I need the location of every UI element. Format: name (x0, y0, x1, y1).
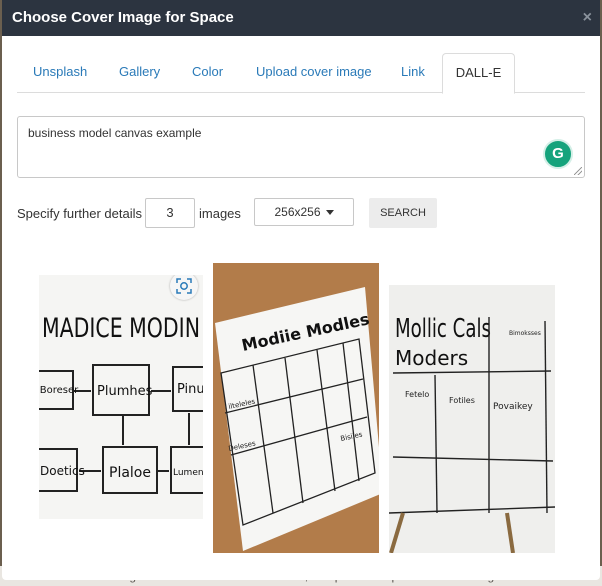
close-icon[interactable]: × (583, 9, 592, 27)
result-image-1[interactable]: MADICE MODIN Plumhes Plaloe Pinus Doetic… (39, 275, 203, 519)
result-3-box-2: Fotiles (449, 396, 475, 405)
whiteboard-sketch-1: MADICE MODIN Plumhes Plaloe Pinus Doetic… (39, 275, 203, 519)
result-image-3[interactable]: Mollic Cals Moders Fetelo Fotiles Povaik… (389, 285, 555, 553)
result-3-box-1: Fetelo (405, 390, 429, 399)
resize-handle-icon[interactable] (574, 167, 582, 175)
search-button[interactable]: SEARCH (369, 198, 437, 228)
result-1-box-3: Pinus (177, 382, 203, 397)
whiteboard-sketch-2: Modiie Modles ilteleles Deleses Bisiles (213, 263, 379, 553)
tab-color[interactable]: Color (192, 52, 223, 92)
result-1-box-5: lBoreser (39, 385, 79, 396)
grammarly-icon[interactable]: G (543, 139, 573, 169)
result-3-box-3: Povaikey (493, 402, 533, 412)
tab-link[interactable]: Link (401, 52, 425, 92)
image-search-icon[interactable] (170, 275, 198, 300)
source-tabs: Unsplash Gallery Color Upload cover imag… (17, 52, 585, 94)
dialog-header: Choose Cover Image for Space × (2, 0, 600, 36)
result-1-box-4: Doetics (40, 464, 85, 478)
details-label: Specify further details (17, 206, 143, 221)
result-image-2[interactable]: Modiie Modles ilteleles Deleses Bisiles (213, 263, 379, 553)
size-dropdown[interactable]: 256x256 (254, 198, 354, 226)
result-1-box-1: Plumhes (97, 384, 153, 399)
result-3-heading: Mollic Cals (395, 314, 491, 344)
prompt-textarea[interactable]: business model canvas example G (17, 116, 585, 178)
size-value: 256x256 (274, 205, 321, 219)
whiteboard-sketch-3: Mollic Cals Moders Fetelo Fotiles Povaik… (389, 285, 555, 553)
tab-dall-e[interactable]: DALL-E (442, 53, 515, 94)
result-1-box-6: Lumenal (173, 468, 203, 478)
result-1-box-2: Plaloe (109, 465, 151, 481)
image-count-input[interactable]: 3 (145, 198, 195, 228)
cover-image-dialog: Choose Cover Image for Space × Unsplash … (2, 0, 600, 580)
images-label: images (199, 206, 241, 221)
prompt-text[interactable]: business model canvas example (28, 126, 201, 140)
tab-upload-cover-image[interactable]: Upload cover image (256, 52, 372, 92)
tab-unsplash[interactable]: Unsplash (33, 52, 87, 92)
result-1-heading: MADICE MODIN (42, 313, 200, 344)
dialog-title: Choose Cover Image for Space (12, 9, 234, 26)
tab-gallery[interactable]: Gallery (119, 52, 160, 92)
result-3-subheading: Moders (395, 346, 468, 370)
caret-down-icon (325, 210, 334, 216)
result-3-box-4: Bimoksses (509, 330, 541, 337)
